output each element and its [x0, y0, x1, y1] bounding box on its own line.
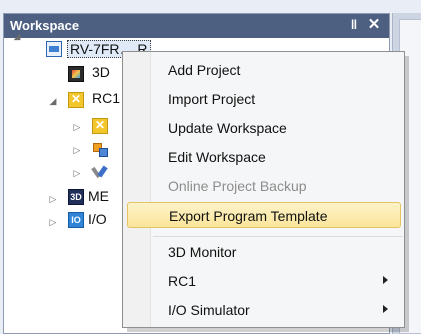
- tree-item-label: 3D: [92, 64, 110, 80]
- menu-item-edit-workspace[interactable]: Edit Workspace: [125, 145, 402, 169]
- tree-item-label: I/O: [88, 211, 107, 227]
- menu-item-label: RC1: [168, 273, 197, 289]
- menu-item-io-simulator[interactable]: I/O Simulator: [125, 298, 402, 322]
- menu-item-label: Import Project: [168, 91, 256, 107]
- expand-arrow-icon[interactable]: ▷: [48, 217, 58, 227]
- collapse-arrow-icon[interactable]: ◢: [48, 96, 58, 106]
- expand-arrow-icon[interactable]: ▷: [72, 145, 82, 155]
- expand-arrow-icon[interactable]: ▷: [72, 122, 82, 132]
- menu-item-rc1[interactable]: RC1: [125, 269, 402, 293]
- tree-item-label: RC1: [92, 90, 121, 106]
- menu-item-add-project[interactable]: Add Project: [125, 58, 402, 82]
- menu-item-label: Edit Workspace: [168, 149, 266, 165]
- menu-item-label: Export Program Template: [169, 208, 328, 224]
- close-icon[interactable]: ✕: [366, 16, 382, 34]
- project-icon: [46, 41, 62, 57]
- menu-item-export-program-template[interactable]: Export Program Template: [127, 202, 401, 228]
- io-simulator-icon: IO: [68, 212, 84, 228]
- parameter-blocks-icon: [92, 141, 108, 157]
- menu-separator: [153, 236, 403, 237]
- collapse-arrow-icon[interactable]: ◢: [12, 31, 22, 41]
- menu-item-label: I/O Simulator: [168, 302, 250, 318]
- menu-item-update-workspace[interactable]: Update Workspace: [125, 116, 402, 140]
- rc-controller-icon: [68, 92, 84, 108]
- menu-item-label: 3D Monitor: [168, 244, 237, 260]
- expand-arrow-icon[interactable]: ▷: [48, 194, 58, 204]
- menu-item-label: Update Workspace: [168, 120, 287, 136]
- menu-item-import-project[interactable]: Import Project: [125, 87, 402, 111]
- tree-item-label: ME: [88, 188, 109, 204]
- submenu-arrow-icon: [383, 305, 388, 313]
- me-3d-icon: 3D: [68, 189, 84, 205]
- menu-item-label: Online Project Backup: [168, 178, 307, 194]
- menu-item-online-project-backup: Online Project Backup: [125, 174, 402, 198]
- 3d-monitor-icon: [68, 66, 84, 82]
- menu-item-3d-monitor[interactable]: 3D Monitor: [125, 240, 402, 264]
- submenu-arrow-icon: [383, 276, 388, 284]
- rc-subfolder-icon: [92, 118, 108, 134]
- menu-item-label: Add Project: [168, 62, 241, 78]
- context-menu: Add Project Import Project Update Worksp…: [122, 51, 405, 328]
- panel-header: Workspace ‖ ✕: [4, 14, 389, 38]
- tools-icon: [92, 164, 108, 180]
- pin-icon[interactable]: ‖: [347, 17, 361, 33]
- expand-arrow-icon[interactable]: ▷: [72, 168, 82, 178]
